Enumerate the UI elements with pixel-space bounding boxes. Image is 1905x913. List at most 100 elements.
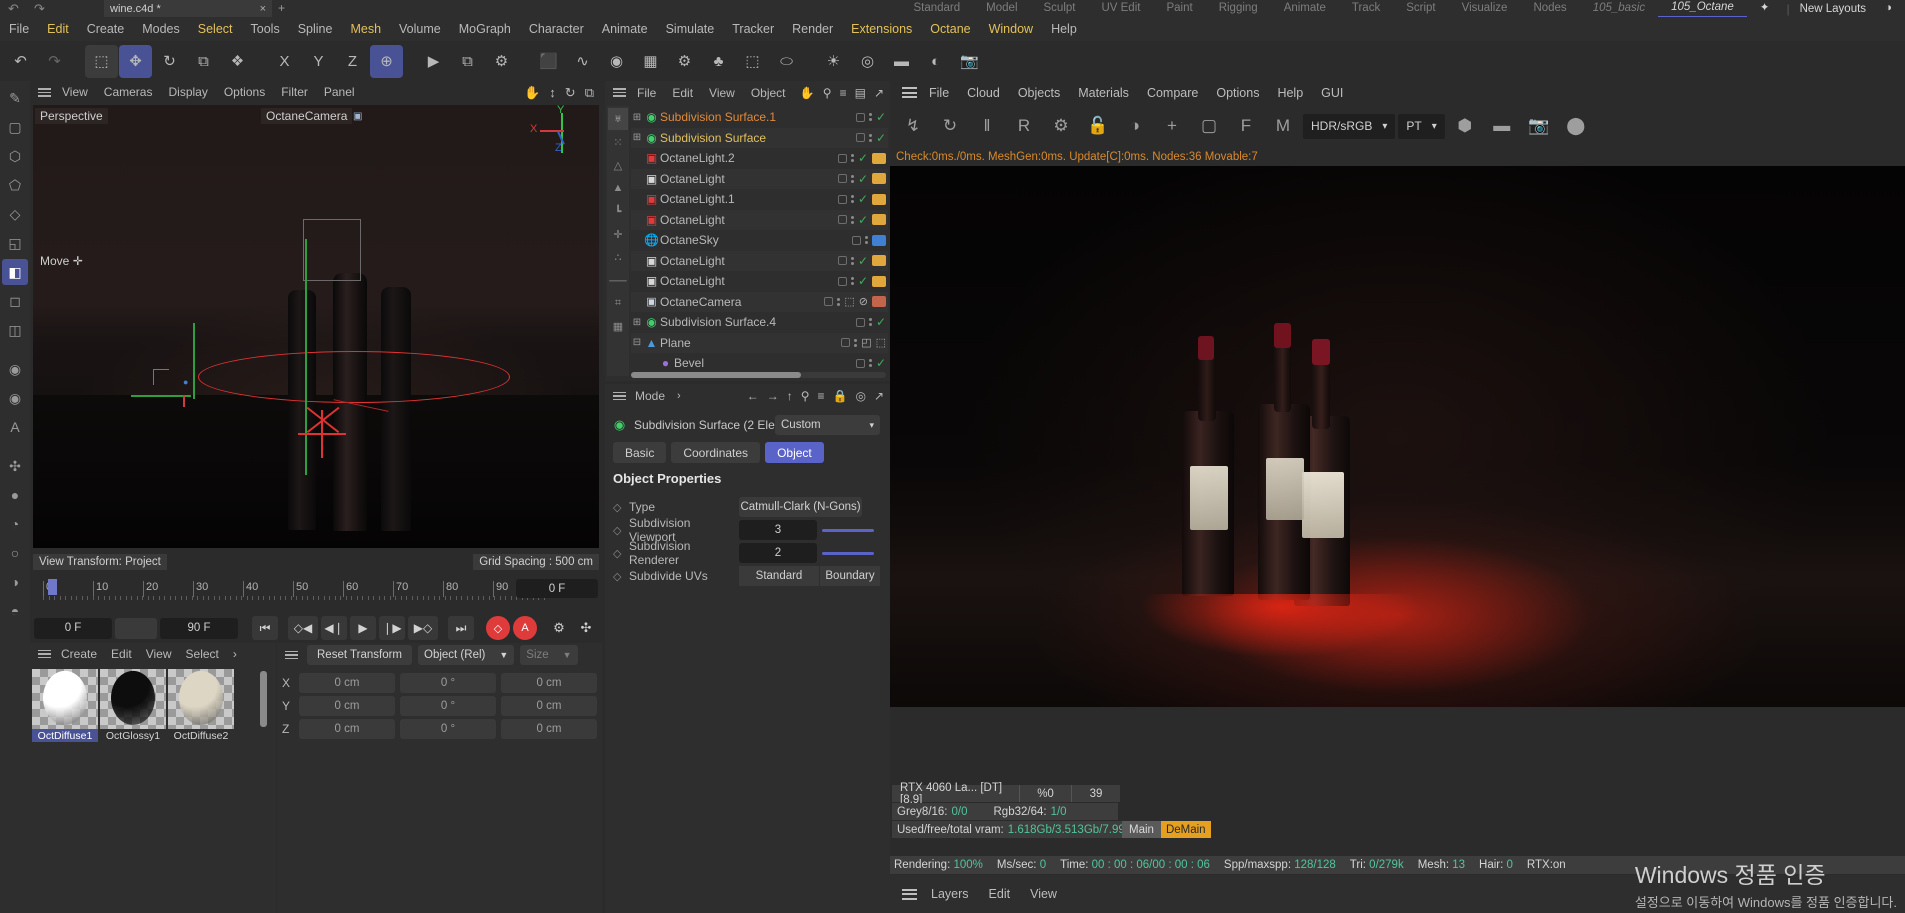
brush-tool[interactable]: ✎ bbox=[2, 85, 28, 111]
octane-menu-materials[interactable]: Materials bbox=[1069, 86, 1138, 100]
viewport-menu-view[interactable]: View bbox=[54, 81, 96, 104]
coordinate-scale-field[interactable]: 0 cm bbox=[501, 719, 597, 739]
object-tree-row[interactable]: ⊞ ◉ Subdivision Surface.1 ✓ bbox=[631, 107, 888, 128]
back-icon[interactable]: ← bbox=[747, 389, 759, 403]
material-menu-icon[interactable] bbox=[34, 649, 54, 659]
menu-modes[interactable]: Modes bbox=[133, 17, 189, 41]
layout-tab-uv-edit[interactable]: UV Edit bbox=[1088, 0, 1153, 17]
octane-render-canvas[interactable] bbox=[890, 166, 1905, 707]
object-tag-check-icon[interactable]: ✓ bbox=[858, 254, 868, 268]
settings-gear-icon[interactable]: ⚙ bbox=[1044, 109, 1078, 143]
coordinate-scale-field[interactable]: 0 cm bbox=[501, 696, 597, 716]
object-tree-row[interactable]: ▣ OctaneLight ✓ bbox=[631, 271, 888, 292]
object-tag-swatch[interactable] bbox=[872, 234, 886, 246]
render-region-button[interactable]: ⧉ bbox=[451, 45, 484, 78]
viewport-menu-display[interactable]: Display bbox=[160, 81, 215, 104]
object-enable-checkbox[interactable] bbox=[837, 153, 847, 163]
environment-button[interactable]: ♣ bbox=[702, 45, 735, 78]
object-enable-checkbox[interactable] bbox=[837, 256, 847, 266]
restart-render-icon[interactable]: ↯ bbox=[896, 109, 930, 143]
menu-spline[interactable]: Spline bbox=[289, 17, 342, 41]
refresh-icon[interactable]: ↻ bbox=[933, 109, 967, 143]
resolution-icon[interactable]: ▬ bbox=[1485, 109, 1519, 143]
polygon-mode-tool[interactable]: ◧ bbox=[2, 259, 28, 285]
size-mode-dropdown[interactable]: Size ▼ bbox=[520, 645, 578, 665]
camera-icon[interactable]: 📷 bbox=[1522, 109, 1556, 143]
object-tag-swatch[interactable] bbox=[872, 173, 886, 185]
menu-help[interactable]: Help bbox=[1042, 17, 1086, 41]
maximize-view-icon[interactable]: ⧉ bbox=[585, 85, 594, 101]
world-axis-tool[interactable]: ◑ bbox=[2, 569, 28, 595]
object-tree-row[interactable]: ▣ OctaneCamera ⬚ ⊘ bbox=[631, 291, 888, 312]
object-enable-checkbox[interactable] bbox=[855, 112, 865, 122]
viewport-menu-cameras[interactable]: Cameras bbox=[96, 81, 161, 104]
pause-icon[interactable]: ‖ bbox=[970, 109, 1004, 143]
menu-file[interactable]: File bbox=[0, 17, 38, 41]
object-icon[interactable]: ▢ bbox=[1192, 109, 1226, 143]
document-tab-close-icon[interactable]: × bbox=[260, 3, 266, 15]
axis-snap-tool[interactable]: ┗ bbox=[608, 200, 628, 222]
guide-snap-tool[interactable]: ⸺ bbox=[608, 269, 628, 291]
world-coordinate-button[interactable]: ⊕ bbox=[370, 44, 403, 78]
options-icon[interactable]: ◎ bbox=[855, 389, 865, 403]
point-snap-tool[interactable]: ⁙ bbox=[608, 131, 628, 153]
object-tag-check-icon[interactable]: ✓ bbox=[858, 172, 868, 186]
object-enable-checkbox[interactable] bbox=[837, 194, 847, 204]
object-tag-icon[interactable]: ⊘ bbox=[859, 295, 868, 308]
box-select-tool[interactable]: ▢ bbox=[2, 114, 28, 140]
material-menu-view[interactable]: View bbox=[139, 647, 179, 661]
octane-render-button[interactable]: 📷 bbox=[953, 45, 986, 78]
material-swatch[interactable]: OctDiffuse2 bbox=[168, 669, 234, 742]
coordinates-menu-icon[interactable] bbox=[281, 650, 301, 660]
object-visibility-dots[interactable] bbox=[868, 318, 872, 327]
object-tree-row[interactable]: ▣ OctaneLight.1 ✓ bbox=[631, 189, 888, 210]
object-axis-tool[interactable]: ◓ bbox=[2, 598, 28, 624]
layout-tab-model[interactable]: Model bbox=[973, 0, 1030, 17]
menu-edit[interactable]: Edit bbox=[38, 17, 78, 41]
material-ball-icon[interactable]: ◑ bbox=[1118, 109, 1152, 143]
layout-tab-animate[interactable]: Animate bbox=[1271, 0, 1339, 17]
octane-bottom-layers[interactable]: Layers bbox=[922, 887, 978, 901]
object-tag-swatch[interactable] bbox=[872, 214, 886, 226]
octane-menu-icon[interactable] bbox=[898, 87, 920, 98]
options-icon[interactable]: ▤ bbox=[855, 86, 866, 100]
menu-simulate[interactable]: Simulate bbox=[657, 17, 724, 41]
menu-volume[interactable]: Volume bbox=[390, 17, 450, 41]
search-icon[interactable]: ⚲ bbox=[801, 389, 810, 403]
layout-tab-rigging[interactable]: Rigging bbox=[1206, 0, 1271, 17]
coordinate-rotation-field[interactable]: 0 ° bbox=[400, 696, 496, 716]
attribute-tab-coordinates[interactable]: Coordinates bbox=[671, 442, 761, 463]
menu-animate[interactable]: Animate bbox=[593, 17, 657, 41]
coordinate-rotation-field[interactable]: 0 ° bbox=[400, 719, 496, 739]
attribute-mode-chevron-icon[interactable]: › bbox=[671, 390, 687, 402]
cube-primitive-button[interactable]: ⬛ bbox=[532, 45, 565, 78]
texture-mode-tool[interactable]: ◫ bbox=[2, 317, 28, 343]
object-tag-check-icon[interactable]: ✓ bbox=[858, 151, 868, 165]
object-menu-edit[interactable]: Edit bbox=[664, 86, 701, 100]
edge-mode-tool[interactable]: ◱ bbox=[2, 230, 28, 256]
object-tree-row[interactable]: ⊞ ◉ Subdivision Surface ✓ bbox=[631, 127, 888, 148]
viewport-menu-filter[interactable]: Filter bbox=[273, 81, 316, 104]
object-visibility-dots[interactable] bbox=[868, 113, 872, 122]
grid-snap-tool[interactable]: ▦ bbox=[608, 315, 628, 337]
pin-layout-icon[interactable]: ✦ bbox=[1747, 0, 1783, 17]
point-mode-tool[interactable]: ◇ bbox=[2, 201, 28, 227]
redo-button[interactable]: ↷ bbox=[38, 45, 71, 78]
object-tree-row[interactable]: 🌐 OctaneSky bbox=[631, 230, 888, 251]
filter-icon[interactable]: ≡ bbox=[817, 389, 824, 403]
material-swatch[interactable]: OctDiffuse1 bbox=[32, 669, 98, 742]
object-menu-file[interactable]: File bbox=[629, 86, 664, 100]
lock-y-axis-button[interactable]: Y bbox=[302, 45, 335, 78]
object-tag-check-icon[interactable]: ✓ bbox=[858, 274, 868, 288]
object-enable-checkbox[interactable] bbox=[837, 215, 847, 225]
menu-render[interactable]: Render bbox=[783, 17, 842, 41]
scale-tool-button[interactable]: ⧉ bbox=[187, 45, 220, 78]
object-enable-checkbox[interactable] bbox=[855, 317, 865, 327]
layout-tab-nodes[interactable]: Nodes bbox=[1520, 0, 1579, 17]
object-tag-icon[interactable]: ⬚ bbox=[876, 336, 886, 349]
object-enable-checkbox[interactable] bbox=[837, 276, 847, 286]
object-visibility-dots[interactable] bbox=[850, 215, 854, 224]
object-enable-checkbox[interactable] bbox=[837, 174, 847, 184]
focus-pin-icon[interactable]: F bbox=[1229, 109, 1263, 143]
viewport-menu-options[interactable]: Options bbox=[216, 81, 273, 104]
